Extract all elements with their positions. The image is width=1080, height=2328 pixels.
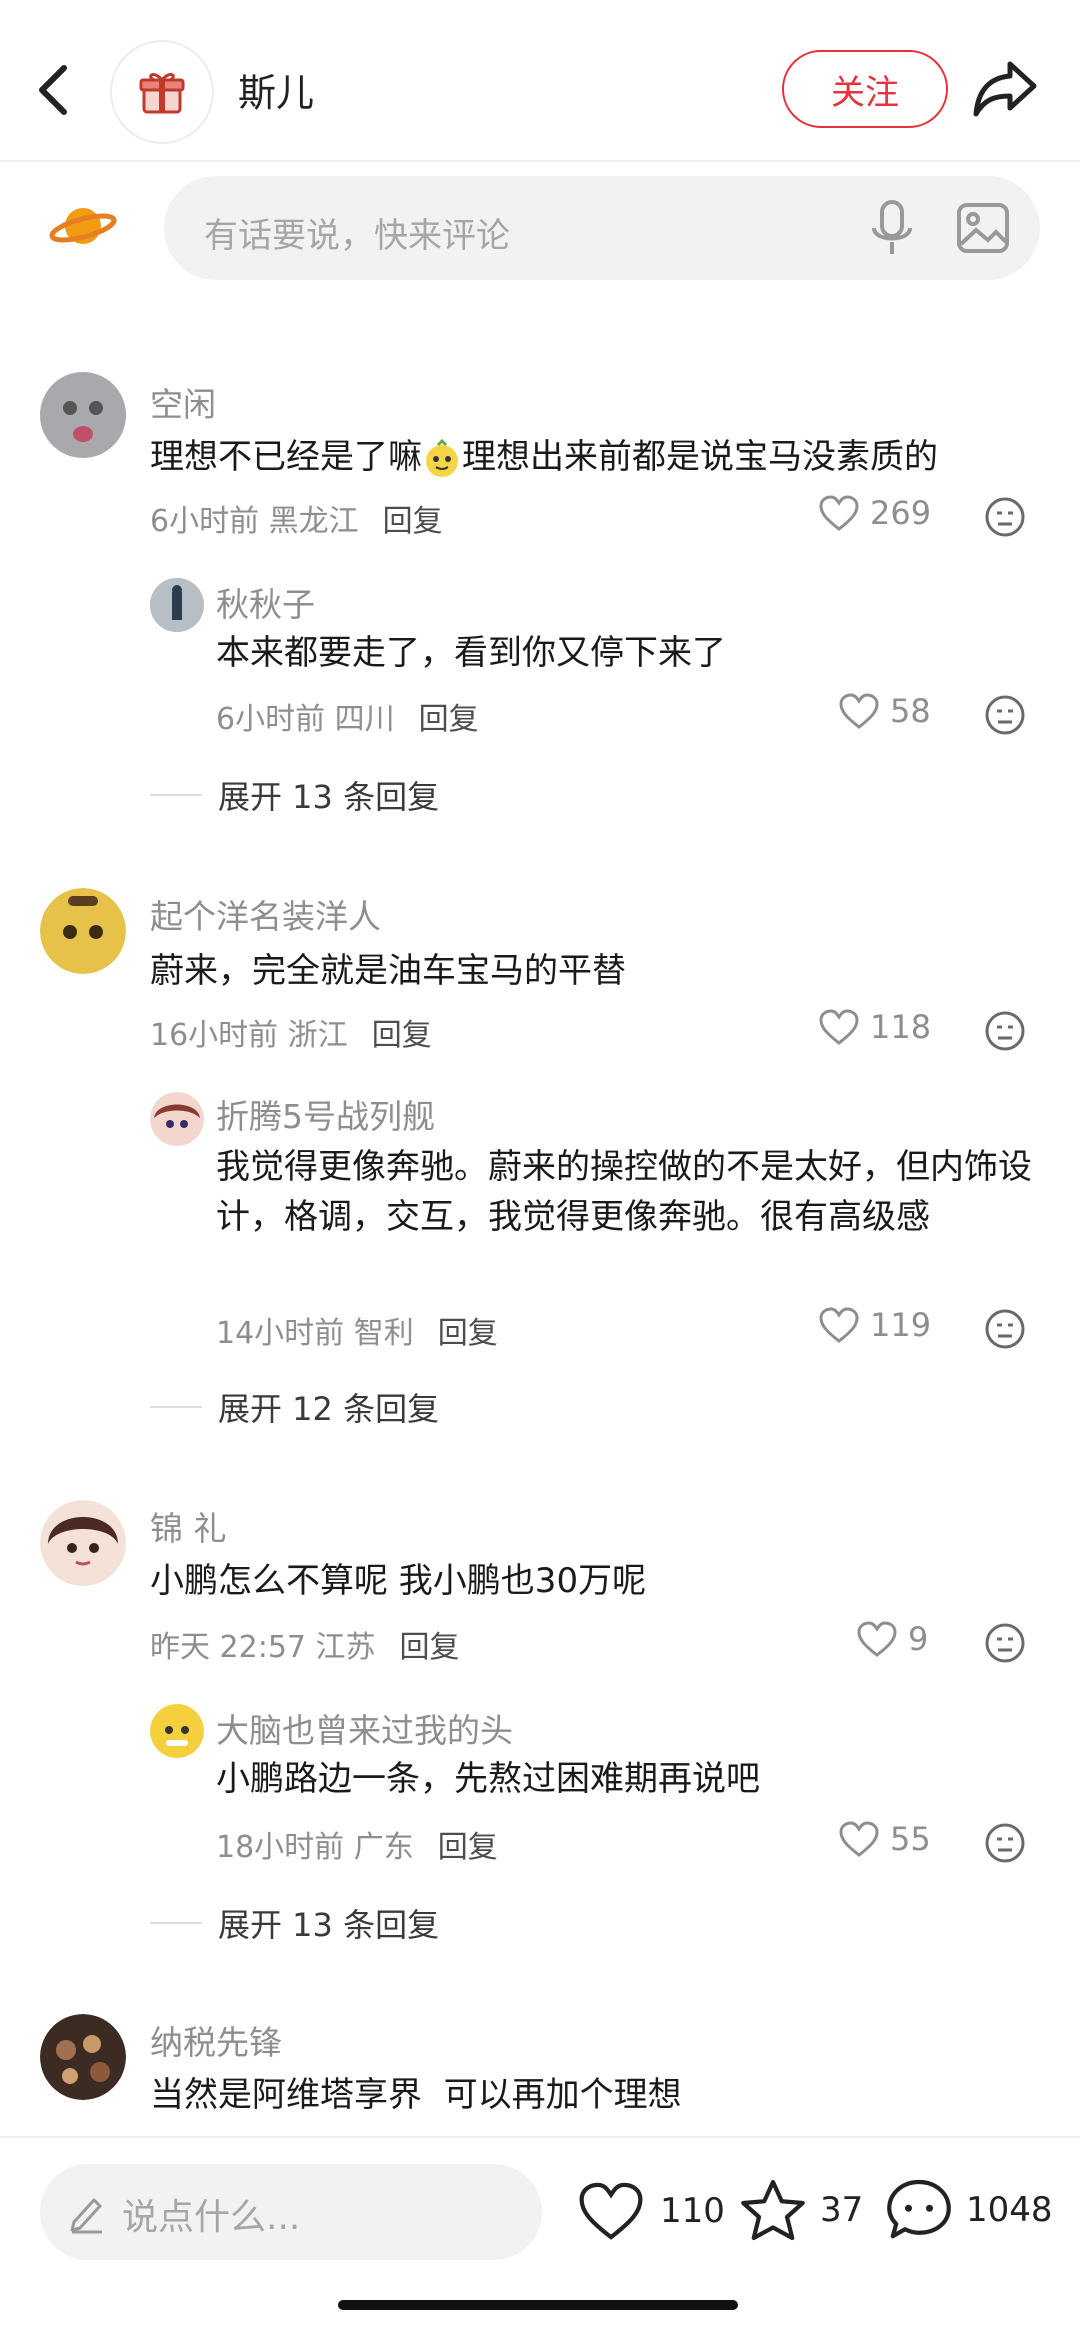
like-button[interactable]: 118 bbox=[818, 1008, 931, 1046]
like-button[interactable]: 9 bbox=[856, 1620, 928, 1658]
comment-text: 小鹏怎么不算呢 我小鹏也30万呢 bbox=[150, 1561, 647, 1601]
reply-button[interactable]: 回复 bbox=[419, 702, 479, 737]
comment-username[interactable]: 起个洋名装洋人 bbox=[150, 890, 381, 938]
pencil-icon bbox=[66, 2190, 106, 2238]
expand-replies[interactable]: 展开 12 条回复 bbox=[150, 1384, 439, 1430]
like-button[interactable]: 119 bbox=[818, 1306, 931, 1344]
comment-meta: 昨天 22:57 江苏 回复 bbox=[150, 1630, 460, 1665]
comment-bubble-icon bbox=[887, 2179, 951, 2239]
comment-text: 小鹏路边一条，先熬过困难期再说吧 bbox=[216, 1759, 760, 1799]
heart-icon bbox=[819, 1307, 859, 1343]
reply-button[interactable]: 回复 bbox=[372, 1018, 432, 1053]
author-avatar[interactable] bbox=[110, 40, 214, 144]
heart-icon bbox=[819, 1009, 859, 1045]
avatar[interactable] bbox=[40, 888, 126, 974]
reply-button[interactable]: 回复 bbox=[438, 1316, 498, 1351]
comment-meta: 6小时前 黑龙江 回复 bbox=[150, 504, 443, 539]
comment-count: 1048 bbox=[966, 2190, 1053, 2230]
star-icon bbox=[741, 2179, 805, 2241]
reply-button[interactable]: 回复 bbox=[400, 1630, 460, 1665]
comment-text: 当然是阿维塔享界 可以再加个理想 bbox=[150, 2075, 682, 2115]
comment-meta: 18小时前 广东 回复 bbox=[216, 1830, 498, 1865]
comment-button[interactable]: 1048 bbox=[884, 2176, 1053, 2244]
favorite-button[interactable]: 37 bbox=[738, 2176, 863, 2244]
like-button[interactable]: 58 bbox=[838, 692, 931, 730]
planet-icon bbox=[48, 196, 118, 256]
comment-meta: 16小时前 浙江 回复 bbox=[150, 1018, 432, 1053]
dislike-icon[interactable] bbox=[984, 1308, 1026, 1350]
dislike-icon[interactable] bbox=[984, 1822, 1026, 1864]
comment-meta: 6小时前 四川 回复 bbox=[216, 702, 479, 737]
like-post-button[interactable]: 110 bbox=[576, 2180, 725, 2242]
expand-replies[interactable]: 展开 13 条回复 bbox=[150, 772, 439, 818]
home-indicator[interactable] bbox=[338, 2300, 738, 2310]
comment-username[interactable]: 大脑也曾来过我的头 bbox=[216, 1704, 513, 1752]
follow-button[interactable]: 关注 bbox=[782, 50, 948, 128]
avatar[interactable] bbox=[40, 2014, 126, 2100]
like-count: 110 bbox=[660, 2191, 725, 2231]
dislike-icon[interactable] bbox=[984, 694, 1026, 736]
dislike-icon[interactable] bbox=[984, 496, 1026, 538]
reply-placeholder[interactable]: 说点什么... bbox=[122, 2188, 300, 2240]
share-icon[interactable] bbox=[970, 56, 1040, 120]
microphone-icon[interactable] bbox=[868, 198, 916, 258]
comment-text: 本来都要走了，看到你又停下来了 bbox=[216, 633, 726, 673]
avatar[interactable] bbox=[40, 372, 126, 458]
avatar[interactable] bbox=[150, 578, 204, 632]
heart-icon bbox=[857, 1621, 897, 1657]
like-button[interactable]: 55 bbox=[838, 1820, 931, 1858]
avatar[interactable] bbox=[150, 1704, 204, 1758]
emoji-icon bbox=[422, 438, 462, 479]
comment-text: 我觉得更像奔驰。蔚来的操控做的不是太好，但内饰设计，格调，交互，我觉得更像奔驰。… bbox=[216, 1147, 1032, 1237]
dislike-icon[interactable] bbox=[984, 1622, 1026, 1664]
image-icon[interactable] bbox=[956, 202, 1010, 254]
comment-text: 理想不已经是了嘛 理想出来前都是说宝马没素质的 bbox=[150, 437, 938, 479]
star-count: 37 bbox=[820, 2190, 864, 2230]
comment-username[interactable]: 纳税先锋 bbox=[150, 2016, 282, 2064]
comment-username[interactable]: 折腾5号战列舰 bbox=[216, 1090, 435, 1138]
reply-button[interactable]: 回复 bbox=[383, 504, 443, 539]
reply-button[interactable]: 回复 bbox=[438, 1830, 498, 1865]
heart-icon bbox=[579, 2182, 643, 2240]
comment-placeholder[interactable]: 有话要说，快来评论 bbox=[204, 208, 510, 257]
comment-username[interactable]: 秋秋子 bbox=[216, 578, 315, 626]
comment-meta: 14小时前 智利 回复 bbox=[216, 1316, 498, 1351]
gift-icon bbox=[139, 73, 185, 114]
avatar[interactable] bbox=[40, 1500, 126, 1586]
avatar[interactable] bbox=[150, 1092, 204, 1146]
heart-icon bbox=[839, 693, 879, 729]
comment-username[interactable]: 空闲 bbox=[150, 378, 216, 426]
divider bbox=[150, 1406, 202, 1408]
comment-text: 蔚来，完全就是油车宝马的平替 bbox=[150, 951, 626, 991]
like-button[interactable]: 269 bbox=[818, 494, 931, 532]
heart-icon bbox=[819, 495, 859, 531]
dislike-icon[interactable] bbox=[984, 1010, 1026, 1052]
divider bbox=[150, 1922, 202, 1924]
author-name[interactable]: 斯儿 bbox=[238, 62, 314, 117]
heart-icon bbox=[839, 1821, 879, 1857]
comment-username[interactable]: 锦 礼 bbox=[150, 1502, 227, 1550]
expand-replies[interactable]: 展开 13 条回复 bbox=[150, 1900, 439, 1946]
back-arrow-icon[interactable] bbox=[30, 50, 80, 130]
divider bbox=[150, 794, 202, 796]
